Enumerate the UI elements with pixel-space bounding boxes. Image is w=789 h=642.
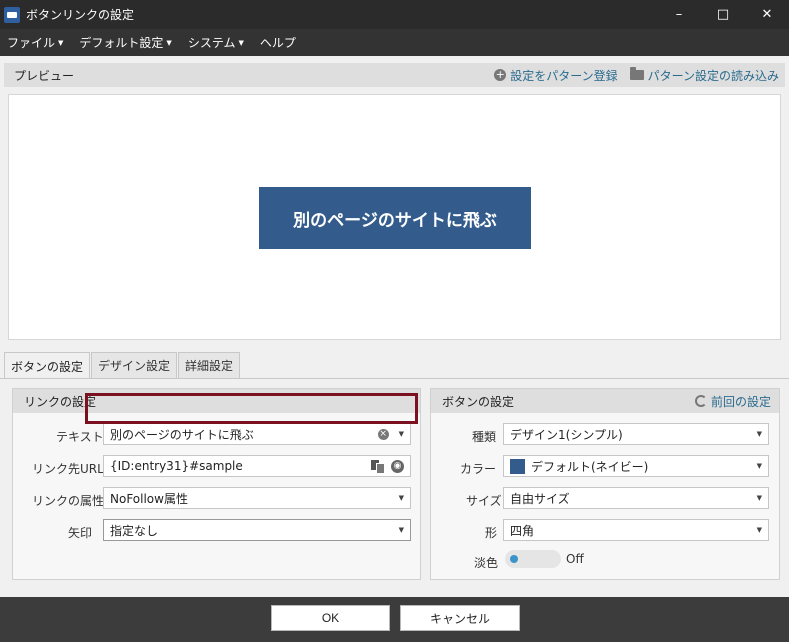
load-pattern-label: パターン設定の読み込み <box>647 68 779 83</box>
pale-toggle-state: Off <box>566 552 584 566</box>
ok-button[interactable]: OK <box>271 605 390 631</box>
load-pattern-link[interactable]: パターン設定の読み込み <box>629 67 779 84</box>
type-value: デザイン1(シンプル) <box>510 427 623 442</box>
color-select[interactable]: デフォルト(ネイビー) ▼ <box>503 455 769 477</box>
menu-bar: ファイル ▼ デフォルト設定 ▼ システム ▼ ヘルプ <box>0 29 789 56</box>
chevron-down-icon[interactable]: ▼ <box>757 462 762 470</box>
chevron-down-icon: ▼ <box>166 38 172 47</box>
dialog-footer: OK キャンセル <box>0 597 789 642</box>
button-settings-panel: ボタンの設定 前回の設定 <box>430 388 780 580</box>
rel-select[interactable]: NoFollow属性 ▼ <box>103 487 411 509</box>
chevron-down-icon[interactable]: ▼ <box>757 430 762 438</box>
chevron-down-icon[interactable]: ▼ <box>757 526 762 534</box>
tab-button-settings[interactable]: ボタンの設定 <box>4 352 91 379</box>
url-highlight-box <box>85 393 418 424</box>
menu-file-label: ファイル <box>7 36 56 50</box>
arrow-value: 指定なし <box>110 523 159 538</box>
menu-system[interactable]: システム ▼ <box>180 34 252 51</box>
chevron-down-icon: ▼ <box>238 38 244 47</box>
menu-help-label: ヘルプ <box>259 36 296 50</box>
color-swatch <box>510 458 525 474</box>
register-pattern-label: 設定をパターン登録 <box>510 68 618 83</box>
shape-label: 形 <box>485 526 498 540</box>
close-button[interactable]: ✕ <box>745 0 789 29</box>
tab-detail-settings[interactable]: 詳細設定 <box>178 352 241 378</box>
shape-select[interactable]: 四角 ▼ <box>503 519 769 541</box>
folder-icon <box>629 67 644 80</box>
url-label: リンク先URL <box>32 462 104 476</box>
chevron-down-icon: ▼ <box>58 38 64 47</box>
menu-file[interactable]: ファイル ▼ <box>0 34 71 51</box>
arrow-select[interactable]: 指定なし ▼ <box>103 519 411 541</box>
url-input[interactable]: {ID:entry31}#sample ◉ <box>103 455 411 477</box>
pale-toggle[interactable] <box>505 550 561 568</box>
maximize-button[interactable]: □ <box>701 0 745 29</box>
size-select[interactable]: 自由サイズ ▼ <box>503 487 769 509</box>
copy-icon[interactable] <box>371 460 385 474</box>
preview-canvas: 別のページのサイトに飛ぶ <box>8 94 781 340</box>
color-value: デフォルト(ネイビー) <box>531 459 649 474</box>
chevron-down-icon[interactable]: ▼ <box>399 494 404 502</box>
clear-icon[interactable]: × <box>377 428 389 440</box>
size-value: 自由サイズ <box>510 491 570 506</box>
text-label: テキスト <box>56 430 104 444</box>
arrow-label: 矢印 <box>68 526 93 540</box>
size-label: サイズ <box>466 494 502 508</box>
preview-actions: + 設定をパターン登録 パターン設定の読み込み <box>494 67 779 84</box>
app-icon <box>4 6 20 23</box>
type-select[interactable]: デザイン1(シンプル) ▼ <box>503 423 769 445</box>
refresh-icon <box>694 395 707 407</box>
preview-link-button: 別のページのサイトに飛ぶ <box>259 187 531 249</box>
menu-help[interactable]: ヘルプ <box>252 34 304 51</box>
menu-default-settings-label: デフォルト設定 <box>79 36 164 50</box>
chevron-down-icon[interactable]: ▼ <box>399 526 404 534</box>
preview-title: プレビュー <box>14 68 75 83</box>
previous-settings-label: 前回の設定 <box>710 394 771 409</box>
add-circle-icon: + <box>494 68 507 81</box>
button-settings-header: ボタンの設定 前回の設定 <box>431 389 779 413</box>
client-area: プレビュー + 設定をパターン登録 パターン設定の読み込み 別のページのサイトに… <box>0 56 789 597</box>
color-label: カラー <box>460 462 497 476</box>
title-bar: ボタンリンクの設定 – □ ✕ <box>0 0 789 29</box>
type-label: 種類 <box>472 430 497 444</box>
rel-value: NoFollow属性 <box>110 491 188 506</box>
menu-system-label: システム <box>187 36 236 50</box>
toggle-knob <box>510 555 518 563</box>
preview-header: プレビュー + 設定をパターン登録 パターン設定の読み込み <box>4 63 785 87</box>
window-controls: – □ ✕ <box>657 0 789 29</box>
text-combobox[interactable]: 別のページのサイトに飛ぶ × ▼ <box>103 423 411 445</box>
settings-tabs: ボタンの設定 デザイン設定 詳細設定 <box>4 352 241 379</box>
pale-label: 淡色 <box>474 556 499 570</box>
window-title: ボタンリンクの設定 <box>26 8 135 22</box>
cancel-button[interactable]: キャンセル <box>400 605 520 631</box>
url-value: {ID:entry31}#sample <box>110 459 243 473</box>
button-settings-title: ボタンの設定 <box>442 394 515 409</box>
text-value: 別のページのサイトに飛ぶ <box>110 427 254 442</box>
tab-design-settings[interactable]: デザイン設定 <box>91 352 178 378</box>
chevron-down-icon[interactable]: ▼ <box>757 494 762 502</box>
rel-label: リンクの属性 <box>32 494 105 508</box>
previous-settings-link[interactable]: 前回の設定 <box>694 393 771 410</box>
register-pattern-link[interactable]: + 設定をパターン登録 <box>494 67 618 84</box>
menu-default-settings[interactable]: デフォルト設定 ▼ <box>71 34 179 51</box>
globe-icon[interactable]: ◉ <box>391 459 404 473</box>
chevron-down-icon[interactable]: ▼ <box>399 430 404 438</box>
shape-value: 四角 <box>510 523 535 538</box>
tab-divider <box>0 378 789 379</box>
minimize-button[interactable]: – <box>657 0 701 29</box>
